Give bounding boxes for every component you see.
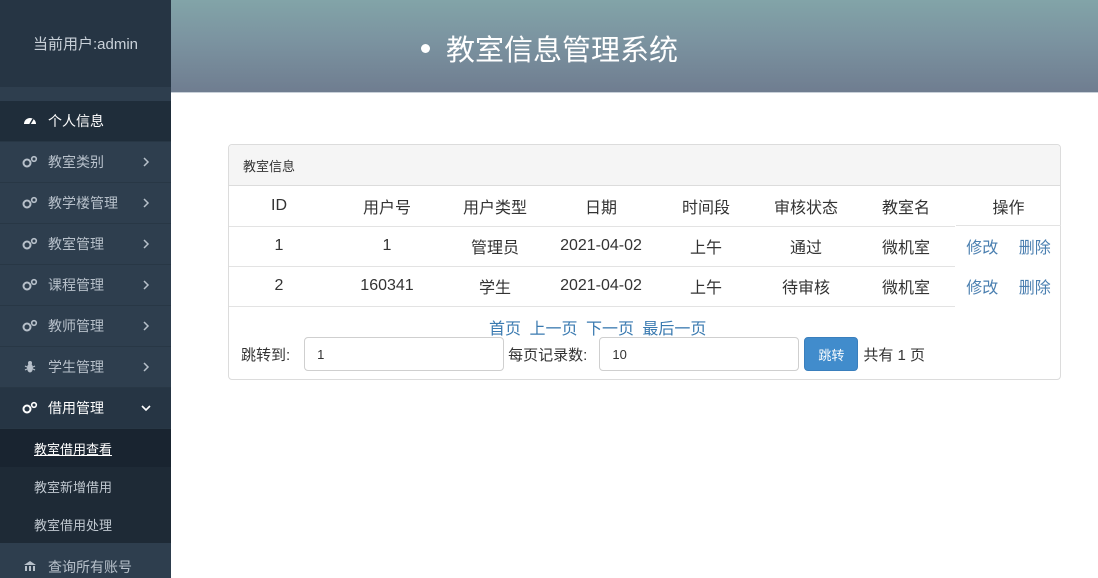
- sidebar-item-label: 教师管理: [48, 318, 104, 334]
- gears-icon: [22, 236, 38, 252]
- delete-link[interactable]: 删除: [1019, 234, 1051, 258]
- prev-page-link[interactable]: 上一页: [529, 321, 577, 338]
- chevron-right-icon: [143, 280, 150, 290]
- cell-user-type: 学生: [445, 266, 545, 307]
- column-header-operations: 操作: [956, 186, 1061, 226]
- pagination: 首页 上一页 下一页 最后一页: [489, 315, 710, 339]
- bullet-icon: [421, 43, 430, 53]
- jump-page-input[interactable]: 1: [304, 337, 505, 371]
- cell-user-no: 1: [329, 226, 445, 267]
- submenu-item-borrow-view[interactable]: 教室借用查看: [0, 429, 171, 467]
- sidebar: 当前用户:admin 个人信息 教室类别 教学楼管理 教室管理 课程管理 教师管…: [0, 0, 171, 578]
- sidebar-item-student[interactable]: 学生管理: [0, 347, 171, 388]
- first-page-link[interactable]: 首页: [489, 321, 521, 338]
- chevron-right-icon: [143, 362, 150, 372]
- gears-icon: [22, 154, 38, 170]
- cell-room: 微机室: [857, 226, 955, 267]
- chevron-right-icon: [143, 157, 150, 167]
- column-header-user-type: 用户类型: [445, 186, 545, 227]
- bank-icon: [22, 559, 38, 575]
- total-pages: 共有 1 页: [863, 346, 926, 364]
- sidebar-item-label: 课程管理: [48, 277, 104, 293]
- jump-controls: 跳转到: 1 每页记录数: 10 跳转 共有 1 页: [241, 337, 925, 371]
- operations-column: 操作 修改 删除 修改 删除: [956, 186, 1061, 306]
- sidebar-item-label: 教室管理: [48, 236, 104, 252]
- page-title-text: 教室信息管理系统: [446, 35, 679, 67]
- borrow-table: ID 用户号 用户类型 日期 时间段 审核状态 教室名 1 1 管理员 2021…: [229, 186, 955, 307]
- cell-room: 微机室: [857, 266, 955, 307]
- room-info-panel: 教室信息 ID 用户号 用户类型 日期 时间段 审核状态 教室名 1 1 管理员…: [228, 144, 1061, 380]
- chevron-right-icon: [143, 239, 150, 249]
- submenu-item-borrow-process[interactable]: 教室借用处理: [0, 505, 171, 543]
- cell-id: 1: [229, 226, 329, 267]
- sidebar-item-accounts[interactable]: 查询所有账号: [0, 547, 171, 578]
- table-row: 1 1 管理员 2021-04-02 上午 通过 微机室: [229, 226, 955, 267]
- last-page-link[interactable]: 最后一页: [642, 321, 706, 338]
- cell-user-no: 160341: [329, 266, 445, 307]
- table-header-row: ID 用户号 用户类型 日期 时间段 审核状态 教室名: [229, 186, 955, 227]
- bug-icon: [22, 359, 38, 375]
- jump-button[interactable]: 跳转: [804, 337, 859, 371]
- sidebar-item-course[interactable]: 课程管理: [0, 265, 171, 306]
- panel-heading: 教室信息: [229, 145, 1060, 186]
- per-page-input[interactable]: 10: [599, 337, 800, 371]
- column-header-id: ID: [229, 186, 329, 227]
- edit-link[interactable]: 修改: [966, 274, 998, 298]
- gears-icon: [22, 318, 38, 334]
- operations-row: 修改 删除: [956, 226, 1061, 266]
- sidebar-item-profile[interactable]: 个人信息: [0, 101, 171, 142]
- chevron-right-icon: [143, 198, 150, 208]
- sidebar-item-label: 借用管理: [48, 400, 104, 416]
- cell-user-type: 管理员: [445, 226, 545, 267]
- cell-status: 通过: [755, 226, 857, 267]
- cell-period: 上午: [657, 266, 755, 307]
- chevron-right-icon: [143, 321, 150, 331]
- gears-icon: [22, 277, 38, 293]
- jump-label: 跳转到:: [241, 346, 291, 364]
- column-header-date: 日期: [545, 186, 657, 227]
- chevron-down-icon: [141, 405, 151, 412]
- column-header-status: 审核状态: [755, 186, 857, 227]
- current-user: 当前用户:admin: [0, 0, 171, 93]
- gears-icon: [22, 195, 38, 211]
- column-header-room: 教室名: [857, 186, 955, 227]
- sidebar-item-label: 查询所有账号: [48, 559, 132, 575]
- operations-row: 修改 删除: [956, 266, 1061, 306]
- table-row: 2 160341 学生 2021-04-02 上午 待审核 微机室: [229, 266, 955, 307]
- dashboard-icon: [22, 113, 38, 129]
- cell-date: 2021-04-02: [545, 266, 657, 307]
- sidebar-item-label: 教学楼管理: [48, 195, 118, 211]
- edit-link[interactable]: 修改: [966, 234, 998, 258]
- gears-icon: [22, 400, 38, 416]
- header-banner: 教室信息管理系统: [171, 0, 1098, 93]
- cell-status: 待审核: [755, 266, 857, 307]
- sidebar-item-room-category[interactable]: 教室类别: [0, 142, 171, 183]
- sidebar-item-room[interactable]: 教室管理: [0, 224, 171, 265]
- page-title: 教室信息管理系统: [421, 27, 678, 69]
- delete-link[interactable]: 删除: [1019, 274, 1051, 298]
- sidebar-item-teacher[interactable]: 教师管理: [0, 306, 171, 347]
- borrow-submenu: 教室借用查看 教室新增借用 教室借用处理: [0, 429, 171, 543]
- sidebar-item-building[interactable]: 教学楼管理: [0, 183, 171, 224]
- next-page-link[interactable]: 下一页: [586, 321, 634, 338]
- cell-period: 上午: [657, 226, 755, 267]
- sidebar-item-label: 个人信息: [48, 113, 104, 129]
- cell-date: 2021-04-02: [545, 226, 657, 267]
- submenu-item-borrow-new[interactable]: 教室新增借用: [0, 467, 171, 505]
- cell-id: 2: [229, 266, 329, 307]
- sidebar-item-label: 学生管理: [48, 359, 104, 375]
- per-page-label: 每页记录数:: [508, 346, 588, 364]
- column-header-user-no: 用户号: [329, 186, 445, 227]
- column-header-period: 时间段: [657, 186, 755, 227]
- sidebar-item-label: 教室类别: [48, 154, 104, 170]
- sidebar-item-borrow[interactable]: 借用管理: [0, 388, 171, 429]
